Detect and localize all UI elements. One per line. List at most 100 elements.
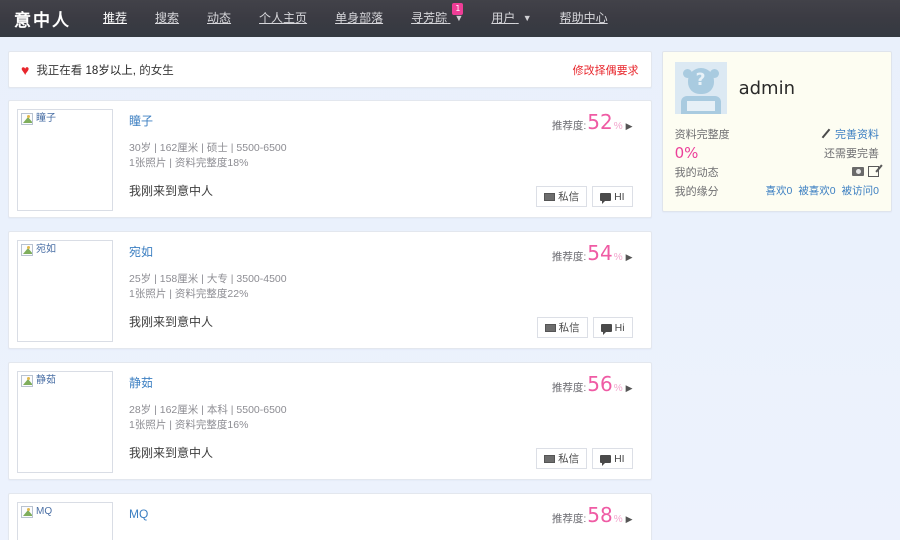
send-message-button[interactable]: 私信 — [536, 317, 588, 338]
person-name-link[interactable]: MQ — [129, 507, 148, 521]
broken-image-icon — [21, 506, 33, 518]
nav-item-feed[interactable]: 动态 — [193, 0, 245, 37]
score-unit: % — [613, 121, 623, 132]
completeness-value-row: 0% 还需要完善 — [674, 143, 879, 162]
likes-count-link[interactable]: 喜欢0 — [765, 183, 792, 198]
feed-action-icons — [852, 166, 879, 177]
send-message-button[interactable]: 私信 — [536, 186, 588, 207]
person-meta-line-1: 30岁 | 162厘米 | 硕士 | 5500-6500 — [129, 142, 287, 154]
score-label: 推荐度: — [551, 120, 587, 132]
nav-item-label: 个人主页 — [259, 11, 308, 25]
photo-alt-text: 宛如 — [36, 244, 56, 255]
filter-suffix: 的女生 — [139, 64, 174, 77]
complete-profile-action[interactable]: 完善资料 — [822, 126, 879, 142]
top-navigation-bar: 意中人 推荐 搜索 动态 个人主页 单身部落 寻芳踪 ▼ 1 用户 ▼ 帮助中心 — [0, 0, 900, 37]
person-card-body: MQ 推荐度: 58 % ▶ — [113, 502, 641, 540]
nav-item-user[interactable]: 用户 ▼ — [477, 0, 545, 38]
broken-image-icon — [21, 375, 33, 387]
user-profile-panel: ? admin 资料完整度 完善资料 0% 还需要完善 我的动态 我的缘分 喜欢… — [661, 51, 892, 212]
score-unit: % — [613, 252, 623, 263]
person-photo-thumbnail[interactable]: 静茹 — [17, 371, 113, 473]
person-photo-thumbnail[interactable]: 瞳子 — [17, 109, 113, 211]
speech-bubble-icon — [600, 323, 612, 335]
avatar[interactable]: ? — [674, 62, 727, 114]
say-hi-label: HI — [614, 190, 625, 203]
send-message-label: 私信 — [558, 322, 580, 334]
edit-icon[interactable] — [868, 166, 879, 177]
expand-arrow-icon[interactable]: ▶ — [626, 252, 633, 263]
pencil-icon — [822, 129, 831, 138]
recommendation-score[interactable]: 推荐度: 58 % ▶ — [552, 505, 633, 526]
profile-completeness-label: 资料完整度 — [674, 128, 730, 141]
my-fate-row: 我的缘分 喜欢0 被喜欢0 被访问0 — [675, 182, 879, 199]
heart-icon: ♥ — [21, 61, 30, 78]
profile-stats-rows: 资料完整度 完善资料 0% 还需要完善 我的动态 我的缘分 喜欢0 被喜欢0 被… — [675, 125, 879, 199]
person-name-link[interactable]: 瞳子 — [129, 112, 153, 129]
broken-image-placeholder: 宛如 — [21, 244, 109, 256]
nav-item-label: 动态 — [207, 11, 232, 25]
send-message-button[interactable]: 私信 — [536, 448, 588, 469]
person-card[interactable]: MQ MQ 推荐度: 58 % ▶ — [8, 493, 652, 540]
photo-alt-text: MQ — [36, 506, 53, 517]
profile-completeness-row: 资料完整度 完善资料 — [675, 125, 879, 142]
recommendation-score[interactable]: 推荐度: 52 % ▶ — [552, 112, 633, 133]
person-card-body: 宛如 25岁 | 158厘米 | 大专 | 3500-4500 1张照片 | 资… — [113, 240, 641, 340]
expand-arrow-icon[interactable]: ▶ — [626, 121, 633, 132]
nav-item-help-center[interactable]: 帮助中心 — [546, 0, 622, 37]
username-label: admin — [738, 77, 795, 99]
page-content: ♥ 我正在看 18岁以上, 的女生 修改择偶要求 瞳子 瞳子 30岁 | 162… — [0, 37, 900, 540]
recommendation-score[interactable]: 推荐度: 56 % ▶ — [552, 374, 633, 395]
completeness-percentage: 0% — [674, 143, 699, 162]
score-value: 52 — [587, 110, 613, 134]
speech-bubble-icon — [600, 192, 612, 204]
broken-image-icon — [21, 244, 33, 256]
completeness-note: 还需要完善 — [824, 147, 879, 160]
say-hi-label: HI — [614, 452, 625, 465]
site-logo[interactable]: 意中人 — [14, 6, 71, 31]
say-hi-button[interactable]: HI — [592, 186, 633, 207]
score-value: 58 — [587, 503, 613, 527]
nav-item-homepage[interactable]: 个人主页 — [245, 0, 321, 37]
envelope-icon — [544, 323, 556, 332]
nav-item-label: 用户 — [491, 10, 516, 25]
broken-image-icon — [21, 113, 33, 125]
person-card-actions: 私信 HI — [536, 448, 633, 469]
score-label: 推荐度: — [551, 382, 587, 394]
liked-by-count-link[interactable]: 被喜欢0 — [798, 183, 835, 198]
score-unit: % — [613, 383, 623, 394]
person-name-link[interactable]: 静茹 — [129, 374, 153, 391]
results-column: ♥ 我正在看 18岁以上, 的女生 修改择偶要求 瞳子 瞳子 30岁 | 162… — [8, 51, 652, 540]
send-message-label: 私信 — [558, 453, 580, 465]
broken-image-placeholder: MQ — [21, 506, 109, 518]
person-card-body: 瞳子 30岁 | 162厘米 | 硕士 | 5500-6500 1张照片 | 资… — [113, 109, 641, 209]
person-name-link[interactable]: 宛如 — [129, 243, 153, 260]
score-value: 56 — [587, 372, 613, 396]
nav-item-recommend[interactable]: 推荐 — [89, 0, 141, 37]
nav-item-label: 帮助中心 — [559, 11, 608, 25]
my-fate-label: 我的缘分 — [674, 185, 719, 198]
nav-item-search[interactable]: 搜索 — [141, 0, 193, 37]
person-card-body: 静茹 28岁 | 162厘米 | 本科 | 5500-6500 1张照片 | 资… — [113, 371, 641, 471]
person-photo-thumbnail[interactable]: 宛如 — [17, 240, 113, 342]
person-card[interactable]: 静茹 静茹 28岁 | 162厘米 | 本科 | 5500-6500 1张照片 … — [8, 362, 652, 480]
person-card[interactable]: 宛如 宛如 25岁 | 158厘米 | 大专 | 3500-4500 1张照片 … — [8, 231, 652, 349]
visits-count-link[interactable]: 被访问0 — [842, 183, 879, 198]
chevron-down-icon: ▼ — [522, 12, 532, 23]
recommendation-score[interactable]: 推荐度: 54 % ▶ — [552, 243, 633, 264]
complete-profile-link[interactable]: 完善资料 — [835, 126, 879, 142]
edit-preferences-link[interactable]: 修改择偶要求 — [573, 62, 639, 78]
person-card[interactable]: 瞳子 瞳子 30岁 | 162厘米 | 硕士 | 5500-6500 1张照片 … — [8, 100, 652, 218]
person-meta-line-2: 1张照片 | 资料完整度18% — [129, 157, 249, 169]
nav-item-single-tribe[interactable]: 单身部落 — [321, 0, 397, 37]
filter-criteria: 18岁以上, — [85, 64, 137, 77]
expand-arrow-icon[interactable]: ▶ — [626, 383, 633, 394]
score-label: 推荐度: — [551, 251, 587, 263]
say-hi-button[interactable]: Hi — [592, 317, 633, 338]
nav-item-visitors[interactable]: 寻芳踪 ▼ 1 — [397, 0, 477, 38]
person-photo-thumbnail[interactable]: MQ — [17, 502, 113, 540]
camera-icon[interactable] — [852, 167, 864, 176]
say-hi-button[interactable]: HI — [592, 448, 633, 469]
score-unit: % — [613, 514, 623, 525]
person-meta-line-2: 1张照片 | 资料完整度16% — [129, 419, 249, 431]
expand-arrow-icon[interactable]: ▶ — [626, 514, 633, 525]
